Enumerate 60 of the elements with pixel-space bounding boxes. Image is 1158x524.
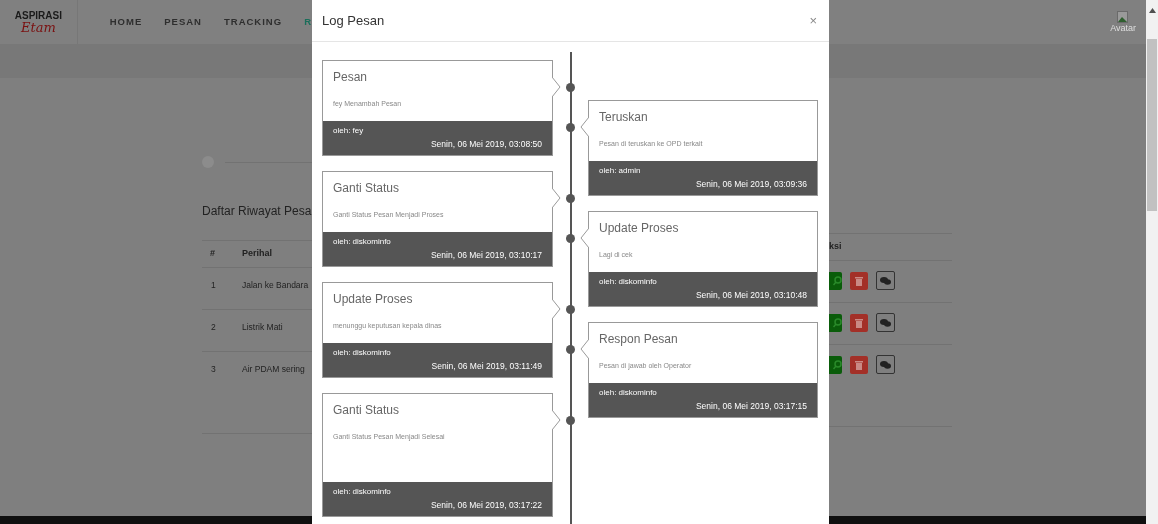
card-author: oleh: diskominfo [599, 276, 657, 287]
card-date: Senin, 06 Mei 2019, 03:08:50 [430, 138, 542, 150]
card-date: Senin, 06 Mei 2019, 03:17:15 [695, 400, 807, 412]
table-cell-text: 1 [210, 279, 217, 292]
broken-image-icon [1117, 10, 1130, 23]
delete-button[interactable] [850, 313, 868, 332]
column-header: Perihal [242, 247, 272, 261]
card-title: Ganti Status [332, 180, 401, 196]
search-icon [833, 359, 842, 370]
trash-icon [855, 317, 863, 328]
view-button[interactable] [829, 313, 842, 332]
card-author: oleh: diskominfo [333, 347, 391, 358]
card-author: oleh: admin [599, 165, 641, 176]
card-date: Senin, 06 Mei 2019, 03:09:36 [695, 178, 807, 190]
column-header: ksi [829, 240, 842, 254]
delete-button[interactable] [850, 355, 868, 374]
search-icon [833, 317, 842, 328]
card-title: Pesan [332, 69, 369, 85]
card-date: Senin, 06 Mei 2019, 03:11:49 [431, 360, 542, 372]
logo-script-text: Etam [20, 20, 56, 35]
scroll-up-icon[interactable] [1148, 8, 1156, 13]
trash-icon [855, 275, 863, 286]
card-title: Respon Pesan [598, 331, 679, 347]
delete-button[interactable] [850, 271, 868, 290]
chat-icon [880, 318, 891, 327]
table-cell: Air PDAM sering [242, 363, 305, 376]
card-title: Update Proses [598, 220, 680, 236]
card-date: Senin, 06 Mei 2019, 03:10:17 [430, 249, 542, 261]
card-author: oleh: diskominfo [599, 387, 657, 398]
nav-link[interactable]: TRACKING [224, 14, 283, 30]
card-title: Ganti Status [332, 402, 401, 418]
card-date: Senin, 06 Mei 2019, 03:10:48 [695, 289, 807, 301]
dialog-title: Log Pesan [322, 11, 385, 30]
comment-button[interactable] [876, 313, 895, 332]
avatar-alt-text: Avatar [1110, 22, 1136, 34]
logo-top-text: ASPIRASI [14, 9, 62, 21]
card-author: oleh: fey [333, 125, 364, 136]
view-button[interactable] [829, 355, 842, 374]
section-heading: Daftar Riwayat Pesa [202, 203, 312, 220]
close-button[interactable]: × [809, 14, 819, 27]
table-cell: Jalan ke Bandara [242, 279, 309, 292]
nav-link[interactable]: PESAN [164, 14, 202, 30]
table-cell: Listrik Mati [242, 321, 283, 334]
scrollbar-thumb[interactable] [1147, 39, 1157, 211]
column-header: # [209, 247, 216, 261]
card-title: Update Proses [332, 291, 414, 307]
search-icon [833, 275, 842, 286]
card-author: oleh: diskominfo [333, 236, 391, 247]
card-title: Teruskan [598, 109, 649, 125]
table-cell-text: 2 [210, 321, 217, 334]
card-author: oleh: diskominfo [333, 486, 391, 497]
chat-icon [880, 360, 891, 369]
view-button[interactable] [829, 271, 842, 290]
chat-icon [880, 276, 891, 285]
trash-icon [855, 359, 863, 370]
nav-link[interactable]: HOME [109, 14, 143, 30]
comment-button[interactable] [876, 355, 895, 374]
table-cell-text: 3 [210, 363, 217, 376]
comment-button[interactable] [876, 271, 895, 290]
card-date: Senin, 06 Mei 2019, 03:17:22 [430, 499, 542, 511]
